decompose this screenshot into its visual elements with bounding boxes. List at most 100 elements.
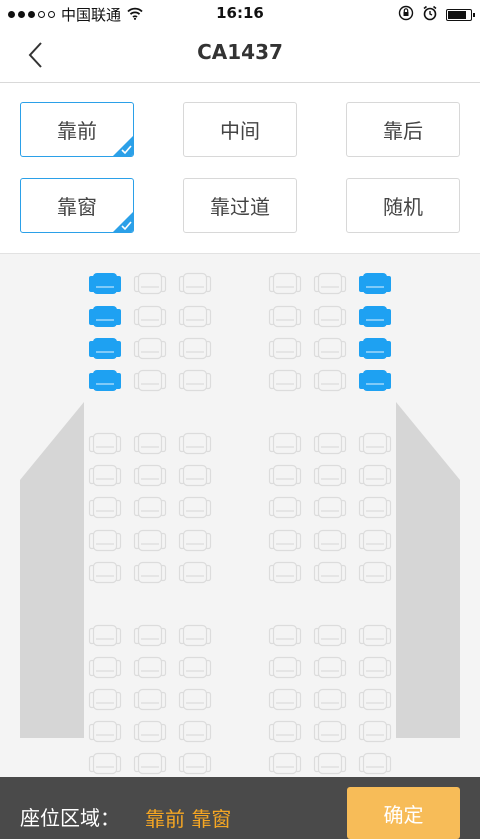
seat-selected[interactable] — [358, 305, 392, 329]
seat[interactable] — [178, 464, 212, 488]
seat[interactable] — [358, 464, 392, 488]
seat[interactable] — [268, 272, 302, 296]
seat-selected[interactable] — [88, 272, 122, 296]
seat[interactable] — [313, 529, 347, 553]
seat[interactable] — [178, 720, 212, 744]
battery-icon — [446, 9, 475, 21]
seat[interactable] — [133, 369, 167, 393]
seat[interactable] — [178, 272, 212, 296]
seat[interactable] — [178, 369, 212, 393]
seat[interactable] — [268, 305, 302, 329]
seat[interactable] — [178, 688, 212, 712]
seat[interactable] — [133, 529, 167, 553]
seat[interactable] — [133, 464, 167, 488]
seat[interactable] — [133, 656, 167, 680]
seat[interactable] — [313, 656, 347, 680]
seat[interactable] — [88, 624, 122, 648]
option-label: 靠过道 — [210, 195, 270, 219]
seat[interactable] — [88, 688, 122, 712]
seat[interactable] — [268, 624, 302, 648]
bottom-bar: 座位区域： 靠前 靠窗 确定 — [0, 777, 480, 839]
seat[interactable] — [178, 656, 212, 680]
seat[interactable] — [133, 432, 167, 456]
seat[interactable] — [88, 496, 122, 520]
option-middle[interactable]: 中间 — [183, 102, 297, 157]
seat-selected[interactable] — [88, 369, 122, 393]
seat[interactable] — [358, 496, 392, 520]
seat[interactable] — [268, 529, 302, 553]
seat[interactable] — [178, 529, 212, 553]
seat[interactable] — [133, 496, 167, 520]
seat[interactable] — [178, 561, 212, 585]
seat[interactable] — [178, 496, 212, 520]
seat[interactable] — [133, 561, 167, 585]
seat-selected[interactable] — [88, 305, 122, 329]
seat[interactable] — [133, 624, 167, 648]
seat[interactable] — [133, 720, 167, 744]
seat[interactable] — [268, 656, 302, 680]
option-aisle[interactable]: 靠过道 — [183, 178, 297, 233]
seat-selected[interactable] — [358, 272, 392, 296]
seat[interactable] — [313, 688, 347, 712]
seat[interactable] — [268, 688, 302, 712]
seat[interactable] — [88, 656, 122, 680]
seat[interactable] — [358, 432, 392, 456]
seat[interactable] — [358, 529, 392, 553]
seat[interactable] — [313, 561, 347, 585]
seat[interactable] — [313, 432, 347, 456]
seat[interactable] — [133, 337, 167, 361]
seat[interactable] — [313, 272, 347, 296]
seat-selected[interactable] — [358, 337, 392, 361]
seat[interactable] — [178, 305, 212, 329]
seat[interactable] — [88, 432, 122, 456]
check-icon — [113, 136, 133, 156]
option-label: 随机 — [383, 195, 423, 219]
seat[interactable] — [178, 432, 212, 456]
seat[interactable] — [358, 624, 392, 648]
seat[interactable] — [313, 337, 347, 361]
seat[interactable] — [358, 752, 392, 776]
option-window[interactable]: 靠窗 — [20, 178, 134, 233]
seat[interactable] — [358, 688, 392, 712]
seat[interactable] — [133, 752, 167, 776]
option-front[interactable]: 靠前 — [20, 102, 134, 157]
option-label: 中间 — [220, 119, 260, 143]
seat[interactable] — [313, 720, 347, 744]
seat[interactable] — [268, 720, 302, 744]
seat[interactable] — [358, 656, 392, 680]
seat[interactable] — [313, 624, 347, 648]
seat-selected[interactable] — [88, 337, 122, 361]
seat[interactable] — [358, 720, 392, 744]
seat[interactable] — [88, 720, 122, 744]
seat[interactable] — [313, 464, 347, 488]
seat[interactable] — [313, 369, 347, 393]
seat[interactable] — [178, 752, 212, 776]
seat[interactable] — [268, 464, 302, 488]
seat[interactable] — [133, 688, 167, 712]
seat[interactable] — [268, 561, 302, 585]
seat[interactable] — [268, 752, 302, 776]
seat[interactable] — [88, 529, 122, 553]
status-right — [398, 5, 475, 25]
seat[interactable] — [358, 561, 392, 585]
zone-value: 靠前 靠窗 — [145, 807, 232, 831]
option-back[interactable]: 靠后 — [346, 102, 460, 157]
seat[interactable] — [88, 561, 122, 585]
option-random[interactable]: 随机 — [346, 178, 460, 233]
seat[interactable] — [268, 337, 302, 361]
seat-selected[interactable] — [358, 369, 392, 393]
confirm-button[interactable]: 确定 — [347, 787, 460, 839]
seat[interactable] — [313, 305, 347, 329]
seat[interactable] — [313, 752, 347, 776]
seat[interactable] — [88, 752, 122, 776]
seat[interactable] — [268, 369, 302, 393]
seat[interactable] — [133, 272, 167, 296]
seat[interactable] — [178, 624, 212, 648]
seat[interactable] — [268, 496, 302, 520]
seat[interactable] — [313, 496, 347, 520]
seat[interactable] — [133, 305, 167, 329]
seat[interactable] — [268, 432, 302, 456]
seat[interactable] — [88, 464, 122, 488]
seat[interactable] — [178, 337, 212, 361]
rotation-lock-icon — [398, 5, 414, 25]
